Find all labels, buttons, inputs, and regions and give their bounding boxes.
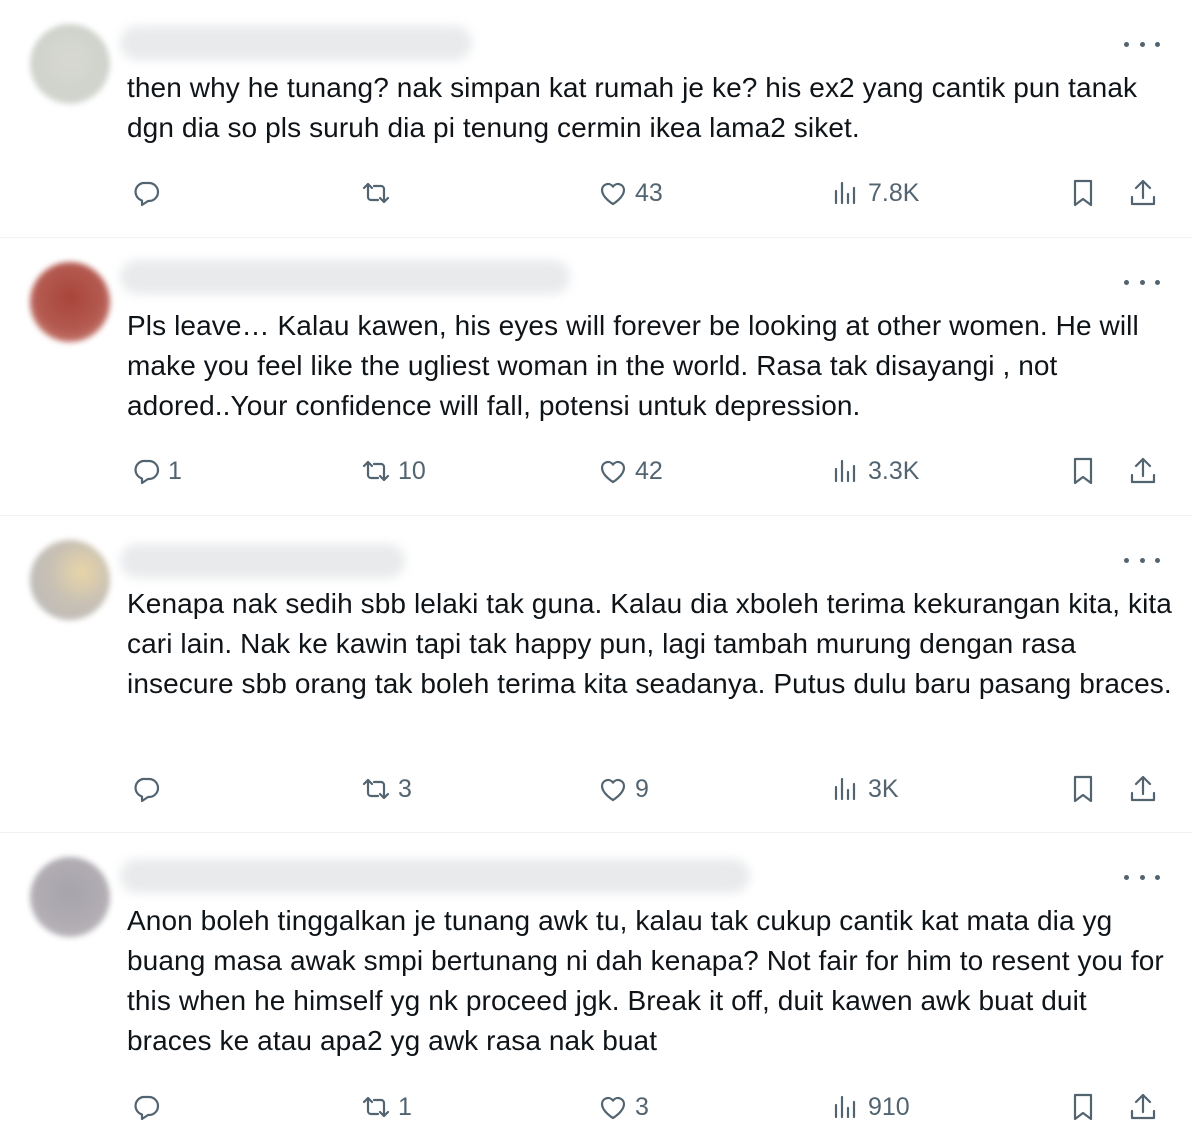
retweet-icon	[362, 1096, 390, 1118]
reply-button[interactable]	[130, 769, 168, 809]
like-icon	[600, 460, 626, 484]
like-icon	[600, 1096, 626, 1120]
views-icon	[834, 777, 856, 801]
more-icon[interactable]	[1124, 38, 1160, 50]
reply-icon	[134, 1095, 160, 1121]
reply-feed: then why he tunang? nak simpan kat rumah…	[0, 0, 1192, 1146]
more-icon[interactable]	[1124, 554, 1160, 566]
bookmark-icon	[1073, 179, 1093, 207]
reply-button[interactable]	[130, 1087, 168, 1127]
tweet-2[interactable]: Pls leave… Kalau kawen, his eyes will fo…	[0, 238, 1192, 515]
like-icon	[600, 778, 626, 802]
share-button[interactable]	[1127, 1087, 1159, 1127]
views-button[interactable]: 3.3K	[830, 451, 919, 491]
like-button[interactable]: 43	[597, 173, 663, 213]
tweet-3[interactable]: Kenapa nak sedih sbb lelaki tak guna. Ka…	[0, 516, 1192, 832]
views-icon	[834, 181, 856, 205]
like-button[interactable]: 3	[597, 1087, 649, 1127]
bookmark-button[interactable]	[1067, 1087, 1099, 1127]
views-icon	[834, 1095, 856, 1119]
reply-count: 1	[168, 456, 182, 485]
author-name-blurred[interactable]	[120, 26, 472, 60]
reply-button[interactable]	[130, 173, 168, 213]
share-icon	[1130, 179, 1156, 206]
views-button[interactable]: 3K	[830, 769, 899, 809]
more-icon[interactable]	[1124, 871, 1160, 883]
share-icon	[1130, 457, 1156, 484]
action-bar: 1 10 42 3.3K	[0, 451, 1192, 491]
tweet-text: Pls leave… Kalau kawen, his eyes will fo…	[127, 310, 1147, 421]
tweet-text: then why he tunang? nak simpan kat rumah…	[127, 72, 1145, 143]
more-icon[interactable]	[1124, 276, 1160, 288]
views-icon	[834, 459, 856, 483]
retweet-button[interactable]	[360, 173, 398, 213]
avatar[interactable]	[30, 24, 110, 104]
share-button[interactable]	[1127, 769, 1159, 809]
like-count: 43	[635, 178, 663, 207]
avatar[interactable]	[30, 262, 110, 342]
bookmark-button[interactable]	[1067, 173, 1099, 213]
avatar[interactable]	[30, 857, 110, 937]
retweet-count: 3	[398, 774, 412, 803]
avatar[interactable]	[30, 540, 110, 620]
retweet-count: 1	[398, 1092, 412, 1121]
views-button[interactable]: 910	[830, 1087, 910, 1127]
bookmark-icon	[1073, 775, 1093, 803]
tweet-1[interactable]: then why he tunang? nak simpan kat rumah…	[0, 0, 1192, 237]
like-button[interactable]: 42	[597, 451, 663, 491]
view-count: 3K	[868, 774, 899, 803]
bookmark-button[interactable]	[1067, 451, 1099, 491]
view-count: 7.8K	[868, 178, 920, 207]
like-count: 9	[635, 774, 649, 803]
bookmark-button[interactable]	[1067, 769, 1099, 809]
reply-button[interactable]: 1	[130, 451, 182, 491]
retweet-button[interactable]: 1	[360, 1087, 412, 1127]
like-count: 42	[635, 456, 663, 485]
like-button[interactable]: 9	[597, 769, 649, 809]
view-count: 910	[868, 1092, 910, 1121]
tweet-4[interactable]: Anon boleh tinggalkan je tunang awk tu, …	[0, 833, 1192, 1146]
retweet-icon	[362, 182, 390, 204]
retweet-icon	[362, 460, 390, 482]
action-bar: 43 7.8K	[0, 173, 1192, 213]
author-name-blurred[interactable]	[120, 859, 750, 893]
author-name-blurred[interactable]	[120, 260, 570, 294]
retweet-button[interactable]: 10	[360, 451, 426, 491]
like-icon	[600, 182, 626, 206]
share-button[interactable]	[1127, 173, 1159, 213]
action-bar: 3 9 3K	[0, 769, 1192, 809]
tweet-text: Anon boleh tinggalkan je tunang awk tu, …	[127, 905, 1172, 1056]
share-icon	[1130, 1093, 1156, 1120]
bookmark-icon	[1073, 1093, 1093, 1121]
action-bar: 1 3 910	[0, 1087, 1192, 1127]
share-button[interactable]	[1127, 451, 1159, 491]
retweet-button[interactable]: 3	[360, 769, 412, 809]
reply-icon	[134, 459, 160, 485]
like-count: 3	[635, 1092, 649, 1121]
reply-icon	[134, 181, 160, 207]
reply-icon	[134, 777, 160, 803]
author-name-blurred[interactable]	[120, 544, 405, 578]
bookmark-icon	[1073, 457, 1093, 485]
views-button[interactable]: 7.8K	[830, 173, 919, 213]
retweet-icon	[362, 778, 390, 800]
tweet-text: Kenapa nak sedih sbb lelaki tak guna. Ka…	[127, 588, 1180, 699]
share-icon	[1130, 775, 1156, 802]
view-count: 3.3K	[868, 456, 920, 485]
retweet-count: 10	[398, 456, 426, 485]
